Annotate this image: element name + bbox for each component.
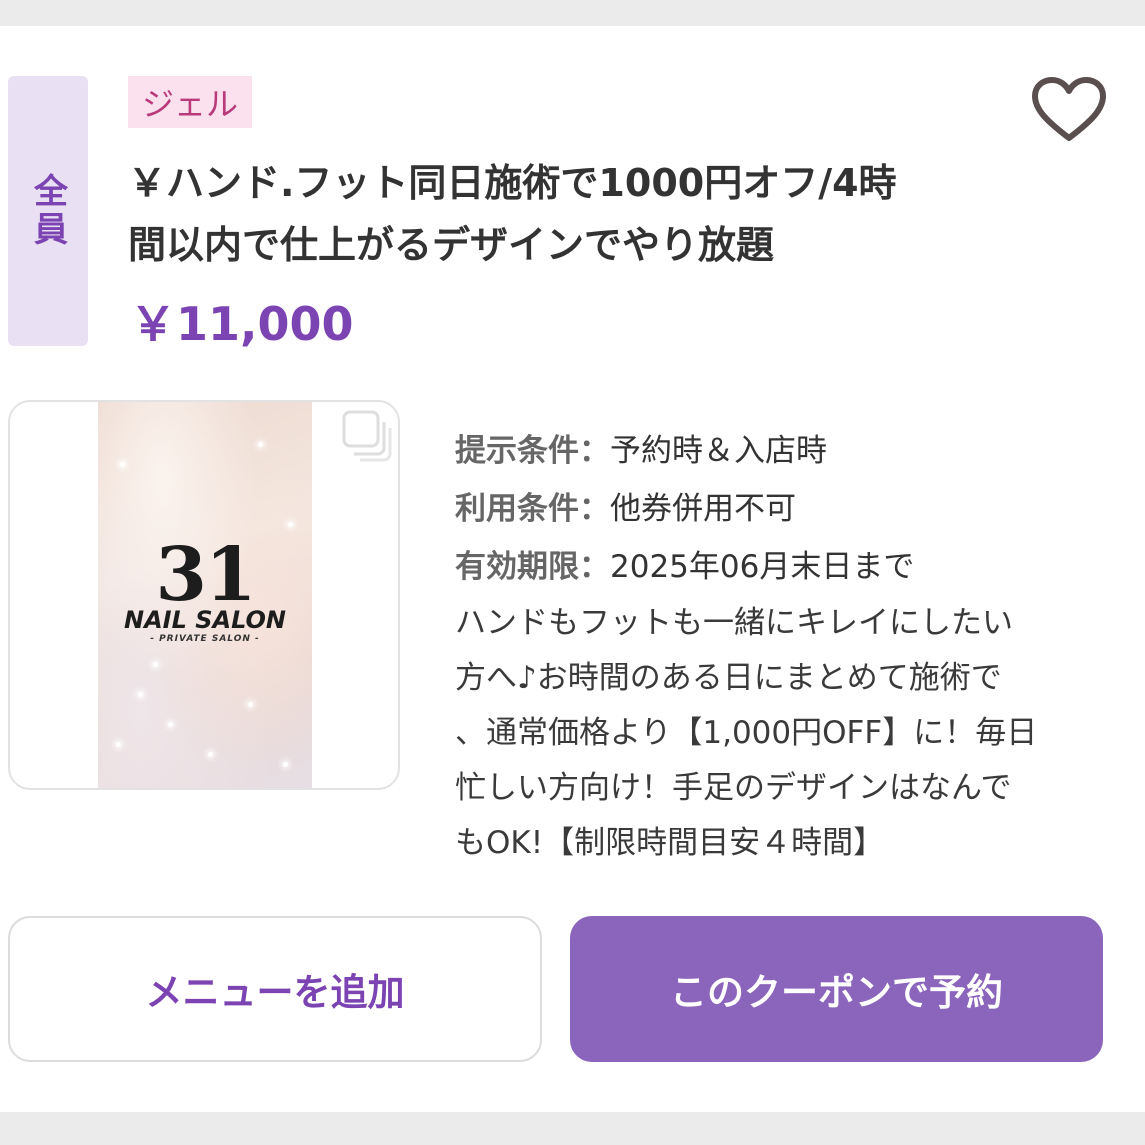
reserve-coupon-button[interactable]: このクーポンで予約 (570, 916, 1103, 1062)
target-badge: 全員 (8, 76, 88, 346)
coupon-price: ￥11,000 (130, 297, 354, 351)
coupon-title-line: ￥ハンド.フット同日施術で1000円オフ/4時 (128, 161, 897, 205)
category-tag: ジェル (128, 76, 253, 128)
description-line: 方へ♪お時間のある日にまとめて施術で (455, 660, 1002, 696)
coupon-title-line: 間以内で仕上がるデザインでやり放題 (128, 223, 775, 267)
description-line: 、通常価格より【1,000円OFF】に！毎日 (455, 715, 1038, 751)
coupon-conditions: 提示条件：予約時＆入店時 利用条件：他券併用不可 有効期限：2025年06月末日… (455, 422, 914, 596)
condition-value: 2025年06月末日まで (610, 549, 915, 585)
salon-logo-name: NAIL SALON (123, 606, 287, 634)
salon-logo-subtitle: - PRIVATE SALON - (150, 634, 260, 644)
condition-label: 有効期限： (455, 549, 610, 585)
description-line: もOK!【制限時間目安４時間】 (455, 825, 885, 861)
description-line: 忙しい方向け！手足のデザインはなんで (455, 770, 1012, 806)
condition-value: 他券併用不可 (610, 491, 796, 527)
description-line: ハンドもフットも一緒にキレイにしたい (455, 605, 1013, 641)
salon-photo: 31 NAIL SALON - PRIVATE SALON - (98, 402, 312, 788)
condition-row-usage: 利用条件：他券併用不可 (455, 480, 914, 538)
target-badge-label: 全員 (27, 173, 68, 249)
condition-label: 利用条件： (455, 491, 610, 527)
coupon-description: ハンドもフットも一緒にキレイにしたい 方へ♪お時間のある日にまとめて施術で 、通… (455, 596, 1105, 871)
condition-label: 提示条件： (455, 433, 610, 469)
add-menu-button[interactable]: メニューを追加 (8, 916, 542, 1062)
coupon-image[interactable]: 31 NAIL SALON - PRIVATE SALON - (8, 400, 400, 790)
heart-outline-icon[interactable] (1030, 76, 1108, 144)
condition-row-presentation: 提示条件：予約時＆入店時 (455, 422, 914, 480)
condition-value: 予約時＆入店時 (610, 433, 827, 469)
condition-row-expiry: 有効期限：2025年06月末日まで (455, 538, 914, 596)
coupon-card: 全員 ジェル ￥ハンド.フット同日施術で1000円オフ/4時 間以内で仕上がるデ… (0, 26, 1145, 1112)
gallery-stack-icon (340, 408, 394, 462)
coupon-title: ￥ハンド.フット同日施術で1000円オフ/4時 間以内で仕上がるデザインでやり放… (128, 152, 988, 276)
